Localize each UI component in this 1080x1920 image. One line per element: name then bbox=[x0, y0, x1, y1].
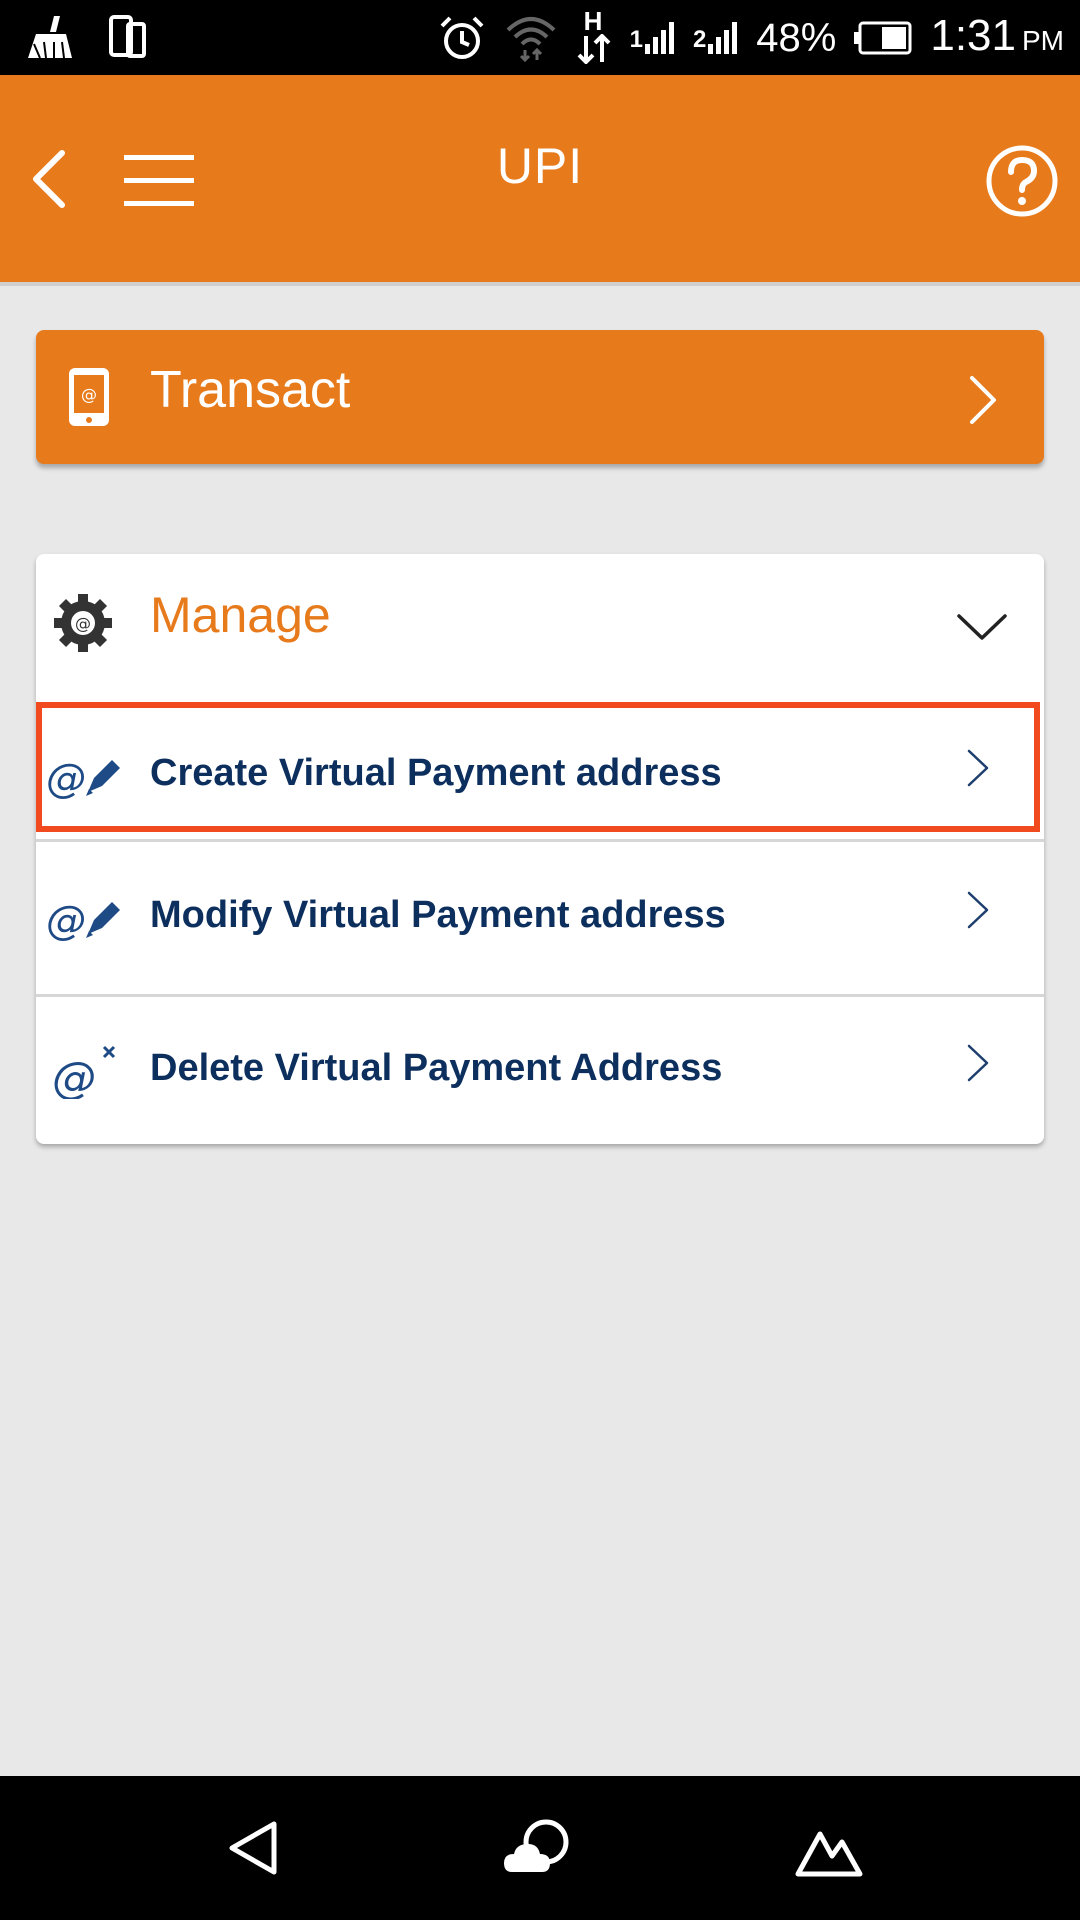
chevron-right-icon bbox=[967, 891, 989, 929]
row-divider bbox=[36, 839, 1044, 842]
battery-percent: 48% bbox=[756, 16, 837, 60]
nav-back-icon[interactable] bbox=[224, 1816, 282, 1880]
status-bar: H 1 2 48% 1:31 PM bbox=[0, 0, 1080, 75]
clock: 1:31 PM bbox=[930, 6, 1064, 71]
manage-label: Manage bbox=[150, 587, 331, 643]
nav-home-cloud-icon[interactable] bbox=[502, 1816, 578, 1880]
network-type-label: H bbox=[583, 6, 603, 36]
sim1-signal-icon: 1 bbox=[630, 22, 675, 54]
manage-card: @ Manage @ Create Virtual Payment addres… bbox=[36, 554, 1044, 1144]
clock-time: 1:31 bbox=[930, 10, 1016, 60]
at-delete-icon: @ bbox=[52, 1045, 116, 1099]
wifi-icon bbox=[506, 17, 555, 62]
svg-text:@: @ bbox=[46, 898, 86, 944]
battery-icon bbox=[854, 21, 912, 55]
transact-button[interactable]: @ Transact bbox=[36, 330, 1044, 464]
chevron-right-icon bbox=[967, 1044, 989, 1082]
alarm-icon bbox=[440, 16, 483, 59]
chevron-down-icon bbox=[957, 614, 1007, 640]
app-bar-shadow bbox=[0, 282, 1080, 286]
gear-at-icon: @ bbox=[54, 594, 112, 652]
svg-text:@: @ bbox=[75, 614, 91, 633]
svg-text:@: @ bbox=[46, 756, 86, 802]
chevron-right-icon bbox=[970, 376, 996, 424]
cleaner-broom-icon bbox=[28, 16, 72, 59]
create-vpa-label: Create Virtual Payment address bbox=[150, 752, 722, 794]
manage-header[interactable]: @ Manage bbox=[36, 554, 1044, 702]
page-title: UPI bbox=[496, 138, 584, 194]
at-edit-icon: @ bbox=[46, 756, 120, 802]
help-icon[interactable] bbox=[984, 143, 1060, 219]
svg-text:@: @ bbox=[52, 1053, 96, 1099]
nav-recent-mountain-icon[interactable] bbox=[794, 1816, 864, 1880]
svg-text:@: @ bbox=[81, 385, 97, 404]
at-edit-icon: @ bbox=[46, 898, 120, 944]
mobile-data-icon: H bbox=[576, 6, 612, 66]
clock-ampm: PM bbox=[1022, 24, 1064, 56]
sim2-signal-icon: 2 bbox=[693, 22, 738, 54]
app-bar: UPI bbox=[0, 75, 1080, 282]
modify-vpa-item[interactable]: @ Modify Virtual Payment address bbox=[36, 844, 1044, 994]
navigation-bar bbox=[0, 1776, 1080, 1920]
device-icon bbox=[109, 15, 146, 58]
delete-vpa-label: Delete Virtual Payment Address bbox=[150, 1047, 723, 1089]
delete-vpa-item[interactable]: @ Delete Virtual Payment Address bbox=[36, 997, 1044, 1147]
chevron-right-icon bbox=[967, 749, 989, 787]
modify-vpa-label: Modify Virtual Payment address bbox=[150, 894, 726, 936]
transact-label: Transact bbox=[150, 361, 351, 419]
mobile-payment-icon: @ bbox=[69, 368, 109, 426]
create-vpa-item[interactable]: @ Create Virtual Payment address bbox=[36, 702, 1044, 852]
